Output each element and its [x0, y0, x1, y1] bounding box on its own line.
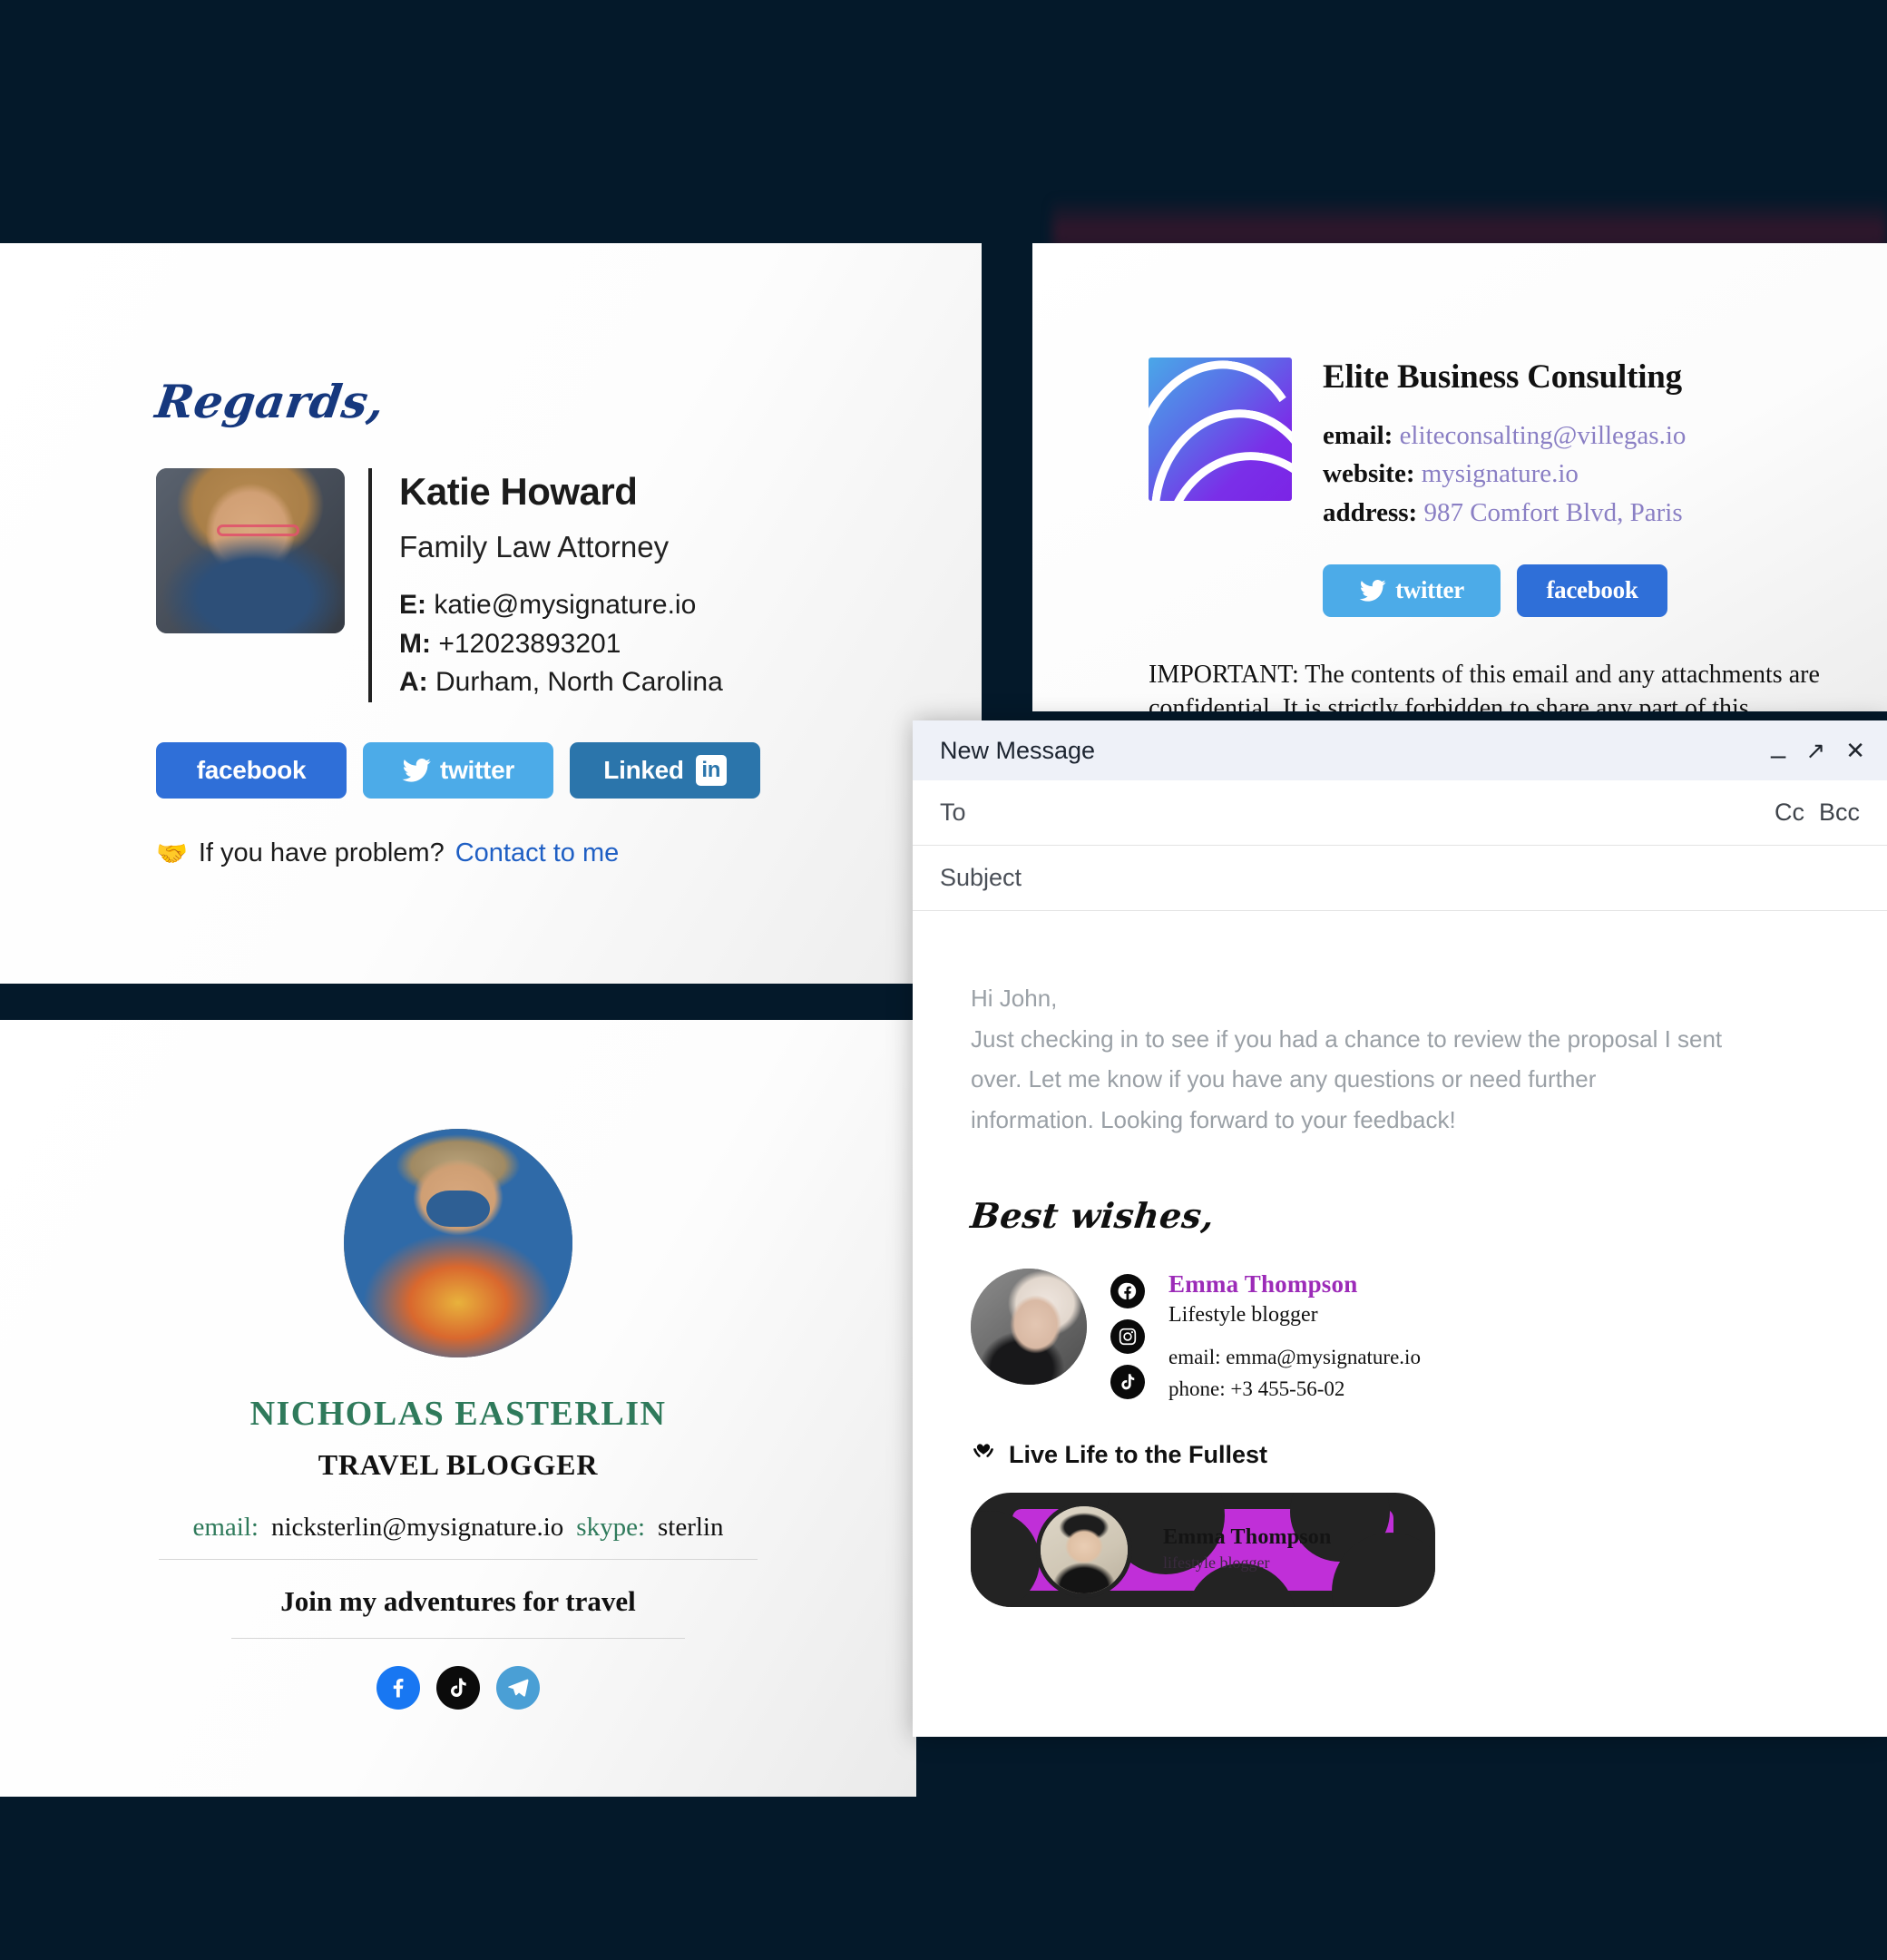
elite-email: email: eliteconsalting@villegas.io — [1323, 421, 1687, 450]
vertical-divider — [368, 468, 372, 702]
katie-signature-row: Katie Howard Family Law Attorney E: kati… — [156, 468, 982, 702]
nicholas-name: NICHOLAS EASTERLIN — [249, 1395, 667, 1433]
emma-signature-row: Emma Thompson Lifestyle blogger email: e… — [971, 1268, 1829, 1405]
facebook-button[interactable]: facebook — [156, 741, 347, 799]
signature-closing: Best wishes, — [968, 1194, 1217, 1236]
footer-text: If you have problem? — [198, 838, 445, 867]
emma-tagline-row: Live Life to the Fullest — [971, 1441, 1829, 1469]
close-icon[interactable]: ✕ — [1845, 739, 1865, 762]
katie-name: Katie Howard — [399, 470, 638, 513]
twitter-button[interactable]: twitter — [363, 741, 553, 799]
to-label: To — [940, 799, 966, 826]
katie-details: Katie Howard Family Law Attorney E: kati… — [399, 468, 723, 702]
greeting-text: Regards, — [152, 375, 388, 428]
divider-top — [159, 1559, 758, 1560]
elite-contact-list: email: eliteconsalting@villegas.io websi… — [1323, 416, 1686, 532]
heart-hands-icon — [971, 1441, 996, 1469]
banner-name: Emma Thompson — [1163, 1524, 1332, 1549]
company-name: Elite Business Consulting — [1323, 358, 1682, 396]
facebook-icon[interactable] — [376, 1666, 420, 1710]
emma-role: Lifestyle blogger — [1168, 1302, 1318, 1327]
elite-website: website: mysignature.io — [1323, 459, 1579, 489]
tagline-text: Live Life to the Fullest — [1009, 1440, 1268, 1468]
contact-mobile: M: +12023893201 — [399, 628, 621, 659]
emma-avatar — [971, 1268, 1087, 1385]
contact-email: E: katie@mysignature.io — [399, 590, 697, 621]
emma-name: Emma Thompson — [1168, 1269, 1358, 1298]
compose-window: New Message – ↗ ✕ To Cc Bcc Subject Hi J… — [913, 720, 1887, 1737]
emma-banner[interactable]: Emma Thompson lifestyle blogger — [971, 1492, 1435, 1607]
nicholas-avatar — [344, 1129, 572, 1357]
contact-link[interactable]: Contact to me — [455, 838, 620, 868]
twitter-bird-icon — [402, 758, 431, 782]
twitter-button[interactable]: twitter — [1323, 564, 1501, 617]
elite-text-block: Elite Business Consulting email: eliteco… — [1323, 358, 1686, 617]
expand-icon[interactable]: ↗ — [1805, 739, 1825, 762]
email-value: nicksterlin@mysignature.io — [270, 1513, 564, 1542]
facebook-button[interactable]: facebook — [1517, 564, 1667, 617]
cc-button[interactable]: Cc — [1775, 799, 1804, 827]
nicholas-social-icons — [0, 1666, 916, 1710]
nicholas-contact-row: email: nicksterlin@mysignature.io skype:… — [0, 1513, 916, 1543]
elite-social-buttons: twitter facebook — [1323, 564, 1686, 617]
banner-text-block: Emma Thompson lifestyle blogger — [1163, 1525, 1332, 1573]
elite-logo-icon — [1149, 358, 1292, 501]
katie-avatar — [156, 468, 345, 633]
skype-label: skype: — [576, 1513, 645, 1542]
instagram-icon[interactable] — [1110, 1318, 1145, 1354]
email-signature-emma: Best wishes, Emma Thompson Lifestyle blo… — [968, 1194, 1829, 1607]
compose-body[interactable]: Hi John, Just checking in to see if you … — [913, 911, 1887, 1737]
emma-email: email: emma@mysignature.io — [1168, 1345, 1421, 1368]
contact-address: A: Durham, North Carolina — [399, 667, 723, 698]
compose-title: New Message — [940, 736, 1096, 764]
signature-card-elite: Elite Business Consulting email: eliteco… — [1032, 243, 1887, 711]
handshake-icon: 🤝 — [156, 838, 188, 867]
facebook-label: facebook — [196, 755, 307, 784]
body-line-greeting: Hi John, — [971, 985, 1058, 1012]
nicholas-cta: Join my adventures for travel — [280, 1585, 636, 1617]
linkedin-label: Linked — [603, 755, 684, 784]
skype-value: sterlin — [658, 1513, 724, 1542]
body-line-paragraph: Just checking in to see if you had a cha… — [971, 1024, 1723, 1134]
twitter-bird-icon — [1359, 580, 1386, 602]
facebook-icon[interactable] — [1110, 1273, 1145, 1308]
katie-role: Family Law Attorney — [399, 530, 670, 564]
tiktok-icon[interactable] — [436, 1666, 480, 1710]
bcc-button[interactable]: Bcc — [1819, 799, 1860, 827]
katie-contact-list: E: katie@mysignature.io M: +12023893201 … — [399, 586, 723, 702]
emma-details: Emma Thompson Lifestyle blogger email: e… — [1168, 1269, 1421, 1405]
katie-footer: 🤝 If you have problem? Contact to me — [156, 838, 982, 868]
divider-bottom — [231, 1638, 685, 1639]
nicholas-role: TRAVEL BLOGGER — [318, 1448, 599, 1481]
to-field-row[interactable]: To Cc Bcc — [913, 780, 1887, 846]
facebook-label: facebook — [1546, 576, 1638, 604]
twitter-label: twitter — [1395, 576, 1464, 604]
window-controls: – ↗ ✕ — [1771, 737, 1865, 769]
elite-header: Elite Business Consulting email: eliteco… — [1149, 358, 1887, 617]
minimize-icon[interactable]: – — [1771, 742, 1786, 769]
emma-social-icons — [1110, 1269, 1145, 1399]
email-label: email: — [192, 1513, 259, 1542]
banner-avatar — [1036, 1501, 1132, 1598]
twitter-label: twitter — [440, 755, 514, 784]
elite-address: address: 987 Comfort Blvd, Paris — [1323, 497, 1683, 527]
subject-label: Subject — [940, 864, 1022, 891]
tiktok-icon[interactable] — [1110, 1364, 1145, 1399]
cc-bcc-group: Cc Bcc — [1775, 799, 1860, 827]
confidentiality-disclaimer: IMPORTANT: The contents of this email an… — [1149, 660, 1820, 711]
katie-social-buttons: facebook twitter Linked in — [156, 741, 982, 799]
compose-header: New Message – ↗ ✕ — [913, 720, 1887, 780]
emma-phone: phone: +3 455-56-02 — [1168, 1377, 1345, 1401]
banner-subtitle: lifestyle blogger — [1163, 1553, 1270, 1572]
signature-card-katie: Regards, Katie Howard Family Law Attorne… — [0, 243, 982, 984]
linkedin-button[interactable]: Linked in — [570, 741, 760, 799]
linkedin-icon: in — [695, 754, 727, 786]
subject-field-row[interactable]: Subject — [913, 846, 1887, 911]
telegram-icon[interactable] — [496, 1666, 540, 1710]
signature-card-nicholas: NICHOLAS EASTERLIN TRAVEL BLOGGER email:… — [0, 1020, 916, 1797]
